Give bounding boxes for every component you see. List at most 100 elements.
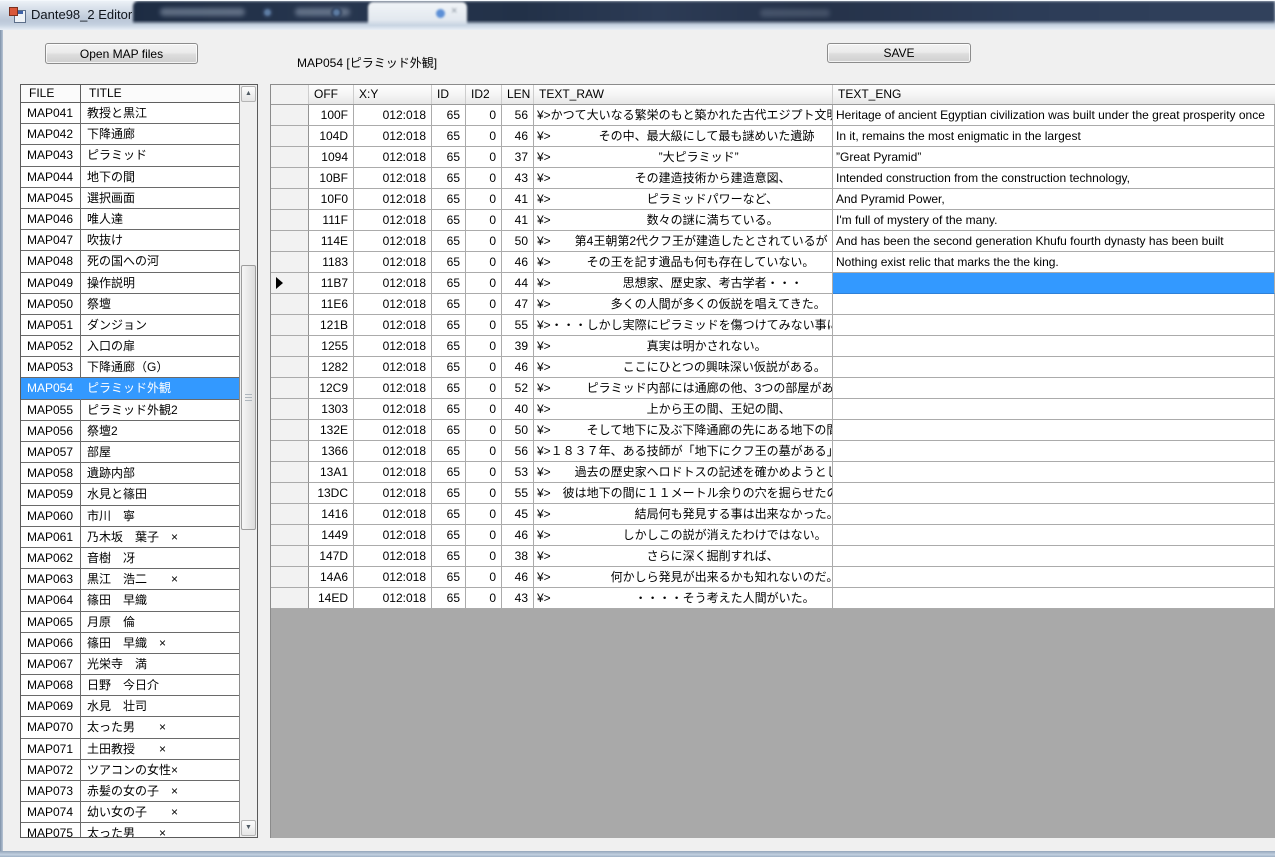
list-item-title[interactable]: ピラミッド bbox=[81, 145, 240, 166]
list-item-file[interactable]: MAP064 bbox=[21, 590, 81, 611]
cell-text-raw[interactable]: ¥> 結局何も発見する事は出来なかった。 bbox=[534, 504, 833, 525]
table-row[interactable]: 1255 012:018 65 0 39 ¥> 真実は明かされない。 bbox=[271, 336, 1275, 357]
cell-len[interactable]: 50 bbox=[502, 231, 534, 252]
list-item-file[interactable]: MAP073 bbox=[21, 781, 81, 802]
table-row[interactable]: 11B7 012:018 65 0 44 ¥> 思想家、歴史家、考古学者・・・ bbox=[271, 273, 1275, 294]
cell-id2[interactable]: 0 bbox=[466, 168, 502, 189]
list-item[interactable]: MAP047 吹抜け bbox=[21, 230, 240, 251]
list-item-title[interactable]: 赤髪の女の子 × bbox=[81, 781, 240, 802]
list-item-file[interactable]: MAP055 bbox=[21, 400, 81, 421]
list-item-file[interactable]: MAP047 bbox=[21, 230, 81, 251]
row-header-cell[interactable] bbox=[271, 525, 309, 546]
list-item-file[interactable]: MAP068 bbox=[21, 675, 81, 696]
cell-id[interactable]: 65 bbox=[432, 126, 466, 147]
cell-xy[interactable]: 012:018 bbox=[354, 336, 432, 357]
cell-id2[interactable]: 0 bbox=[466, 378, 502, 399]
list-item-title[interactable]: 吹抜け bbox=[81, 230, 240, 251]
title-column-header[interactable]: TITLE bbox=[81, 85, 240, 103]
cell-xy[interactable]: 012:018 bbox=[354, 273, 432, 294]
cell-xy[interactable]: 012:018 bbox=[354, 126, 432, 147]
cell-len[interactable]: 50 bbox=[502, 420, 534, 441]
list-item-title[interactable]: 死の国への河 bbox=[81, 251, 240, 272]
cell-id[interactable]: 65 bbox=[432, 168, 466, 189]
scroll-down-button[interactable]: ▼ bbox=[241, 820, 256, 836]
list-item-file[interactable]: MAP062 bbox=[21, 548, 81, 569]
cell-len[interactable]: 41 bbox=[502, 210, 534, 231]
table-row[interactable]: 14ED 012:018 65 0 43 ¥> ・・・・そう考えた人間がいた。 bbox=[271, 588, 1275, 609]
cell-text-raw[interactable]: ¥> 数々の謎に満ちている。 bbox=[534, 210, 833, 231]
cell-xy[interactable]: 012:018 bbox=[354, 504, 432, 525]
cell-xy[interactable]: 012:018 bbox=[354, 210, 432, 231]
cell-id2[interactable]: 0 bbox=[466, 504, 502, 525]
cell-id2[interactable]: 0 bbox=[466, 252, 502, 273]
list-item-file[interactable]: MAP061 bbox=[21, 527, 81, 548]
text-eng-column-header[interactable]: TEXT_ENG bbox=[833, 85, 1275, 104]
row-header-cell[interactable] bbox=[271, 189, 309, 210]
cell-text-eng[interactable] bbox=[833, 462, 1275, 483]
cell-id[interactable]: 65 bbox=[432, 567, 466, 588]
list-item-title[interactable]: 月原 倫 bbox=[81, 612, 240, 633]
list-item[interactable]: MAP048 死の国への河 bbox=[21, 251, 240, 272]
cell-text-eng[interactable]: And Pyramid Power, bbox=[833, 189, 1275, 210]
list-item[interactable]: MAP050 祭壇 bbox=[21, 294, 240, 315]
cell-id2[interactable]: 0 bbox=[466, 273, 502, 294]
list-item-file[interactable]: MAP046 bbox=[21, 209, 81, 230]
list-item[interactable]: MAP071 土田教授 × bbox=[21, 739, 240, 760]
cell-id[interactable]: 65 bbox=[432, 399, 466, 420]
table-row[interactable]: 121B 012:018 65 0 55 ¥>・・・しかし実際にピラミッドを傷つ… bbox=[271, 315, 1275, 336]
list-item[interactable]: MAP046 唯人達 bbox=[21, 209, 240, 230]
cell-text-raw[interactable]: ¥> ・・・・そう考えた人間がいた。 bbox=[534, 588, 833, 609]
cell-len[interactable]: 55 bbox=[502, 315, 534, 336]
list-item-file[interactable]: MAP045 bbox=[21, 188, 81, 209]
cell-off[interactable]: 121B bbox=[309, 315, 354, 336]
list-item-file[interactable]: MAP060 bbox=[21, 506, 81, 527]
cell-off[interactable]: 13A1 bbox=[309, 462, 354, 483]
list-item-file[interactable]: MAP056 bbox=[21, 421, 81, 442]
cell-id[interactable]: 65 bbox=[432, 210, 466, 231]
cell-off[interactable]: 147D bbox=[309, 546, 354, 567]
list-item-title[interactable]: 下降通廊（G） bbox=[81, 357, 240, 378]
table-row[interactable]: 13A1 012:018 65 0 53 ¥> 過去の歴史家ヘロドトスの記述を確… bbox=[271, 462, 1275, 483]
list-item-title[interactable]: 部屋 bbox=[81, 442, 240, 463]
cell-text-raw[interactable]: ¥> その王を記す遺品も何も存在していない。 bbox=[534, 252, 833, 273]
cell-id2[interactable]: 0 bbox=[466, 336, 502, 357]
cell-len[interactable]: 43 bbox=[502, 168, 534, 189]
row-header-cell[interactable] bbox=[271, 357, 309, 378]
file-list-scrollbar[interactable]: ▲ ▼ bbox=[239, 85, 257, 837]
cell-len[interactable]: 43 bbox=[502, 588, 534, 609]
table-row[interactable]: 1183 012:018 65 0 46 ¥> その王を記す遺品も何も存在してい… bbox=[271, 252, 1275, 273]
list-item-file[interactable]: MAP074 bbox=[21, 802, 81, 823]
table-row[interactable]: 1449 012:018 65 0 46 ¥> しかしこの説が消えたわけではない… bbox=[271, 525, 1275, 546]
cell-len[interactable]: 56 bbox=[502, 441, 534, 462]
list-item[interactable]: MAP058 遺跡内部 bbox=[21, 463, 240, 484]
cell-id2[interactable]: 0 bbox=[466, 357, 502, 378]
cell-id2[interactable]: 0 bbox=[466, 483, 502, 504]
cell-len[interactable]: 44 bbox=[502, 273, 534, 294]
list-item-file[interactable]: MAP053 bbox=[21, 357, 81, 378]
cell-xy[interactable]: 012:018 bbox=[354, 168, 432, 189]
cell-off[interactable]: 100F bbox=[309, 105, 354, 126]
list-item-title[interactable]: 唯人達 bbox=[81, 209, 240, 230]
row-header-cell[interactable] bbox=[271, 588, 309, 609]
list-item-title[interactable]: 乃木坂 葉子 × bbox=[81, 527, 240, 548]
list-item[interactable]: MAP065 月原 倫 bbox=[21, 612, 240, 633]
cell-text-eng[interactable] bbox=[833, 399, 1275, 420]
cell-text-raw[interactable]: ¥> 思想家、歴史家、考古学者・・・ bbox=[534, 273, 833, 294]
list-item-file[interactable]: MAP057 bbox=[21, 442, 81, 463]
list-item-title[interactable]: 下降通廊 bbox=[81, 124, 240, 145]
open-map-files-button[interactable]: Open MAP files bbox=[45, 43, 198, 64]
row-header-cell[interactable] bbox=[271, 441, 309, 462]
list-item[interactable]: MAP062 音樹 冴 bbox=[21, 548, 240, 569]
list-item-file[interactable]: MAP066 bbox=[21, 633, 81, 654]
cell-len[interactable]: 52 bbox=[502, 378, 534, 399]
list-item-file[interactable]: MAP069 bbox=[21, 696, 81, 717]
row-header-cell[interactable] bbox=[271, 168, 309, 189]
list-item-file[interactable]: MAP070 bbox=[21, 717, 81, 738]
cell-id2[interactable]: 0 bbox=[466, 567, 502, 588]
list-item[interactable]: MAP067 光栄寺 満 bbox=[21, 654, 240, 675]
cell-id2[interactable]: 0 bbox=[466, 126, 502, 147]
list-item[interactable]: MAP054 ピラミッド外観 bbox=[21, 378, 240, 399]
cell-xy[interactable]: 012:018 bbox=[354, 420, 432, 441]
cell-xy[interactable]: 012:018 bbox=[354, 189, 432, 210]
cell-xy[interactable]: 012:018 bbox=[354, 378, 432, 399]
